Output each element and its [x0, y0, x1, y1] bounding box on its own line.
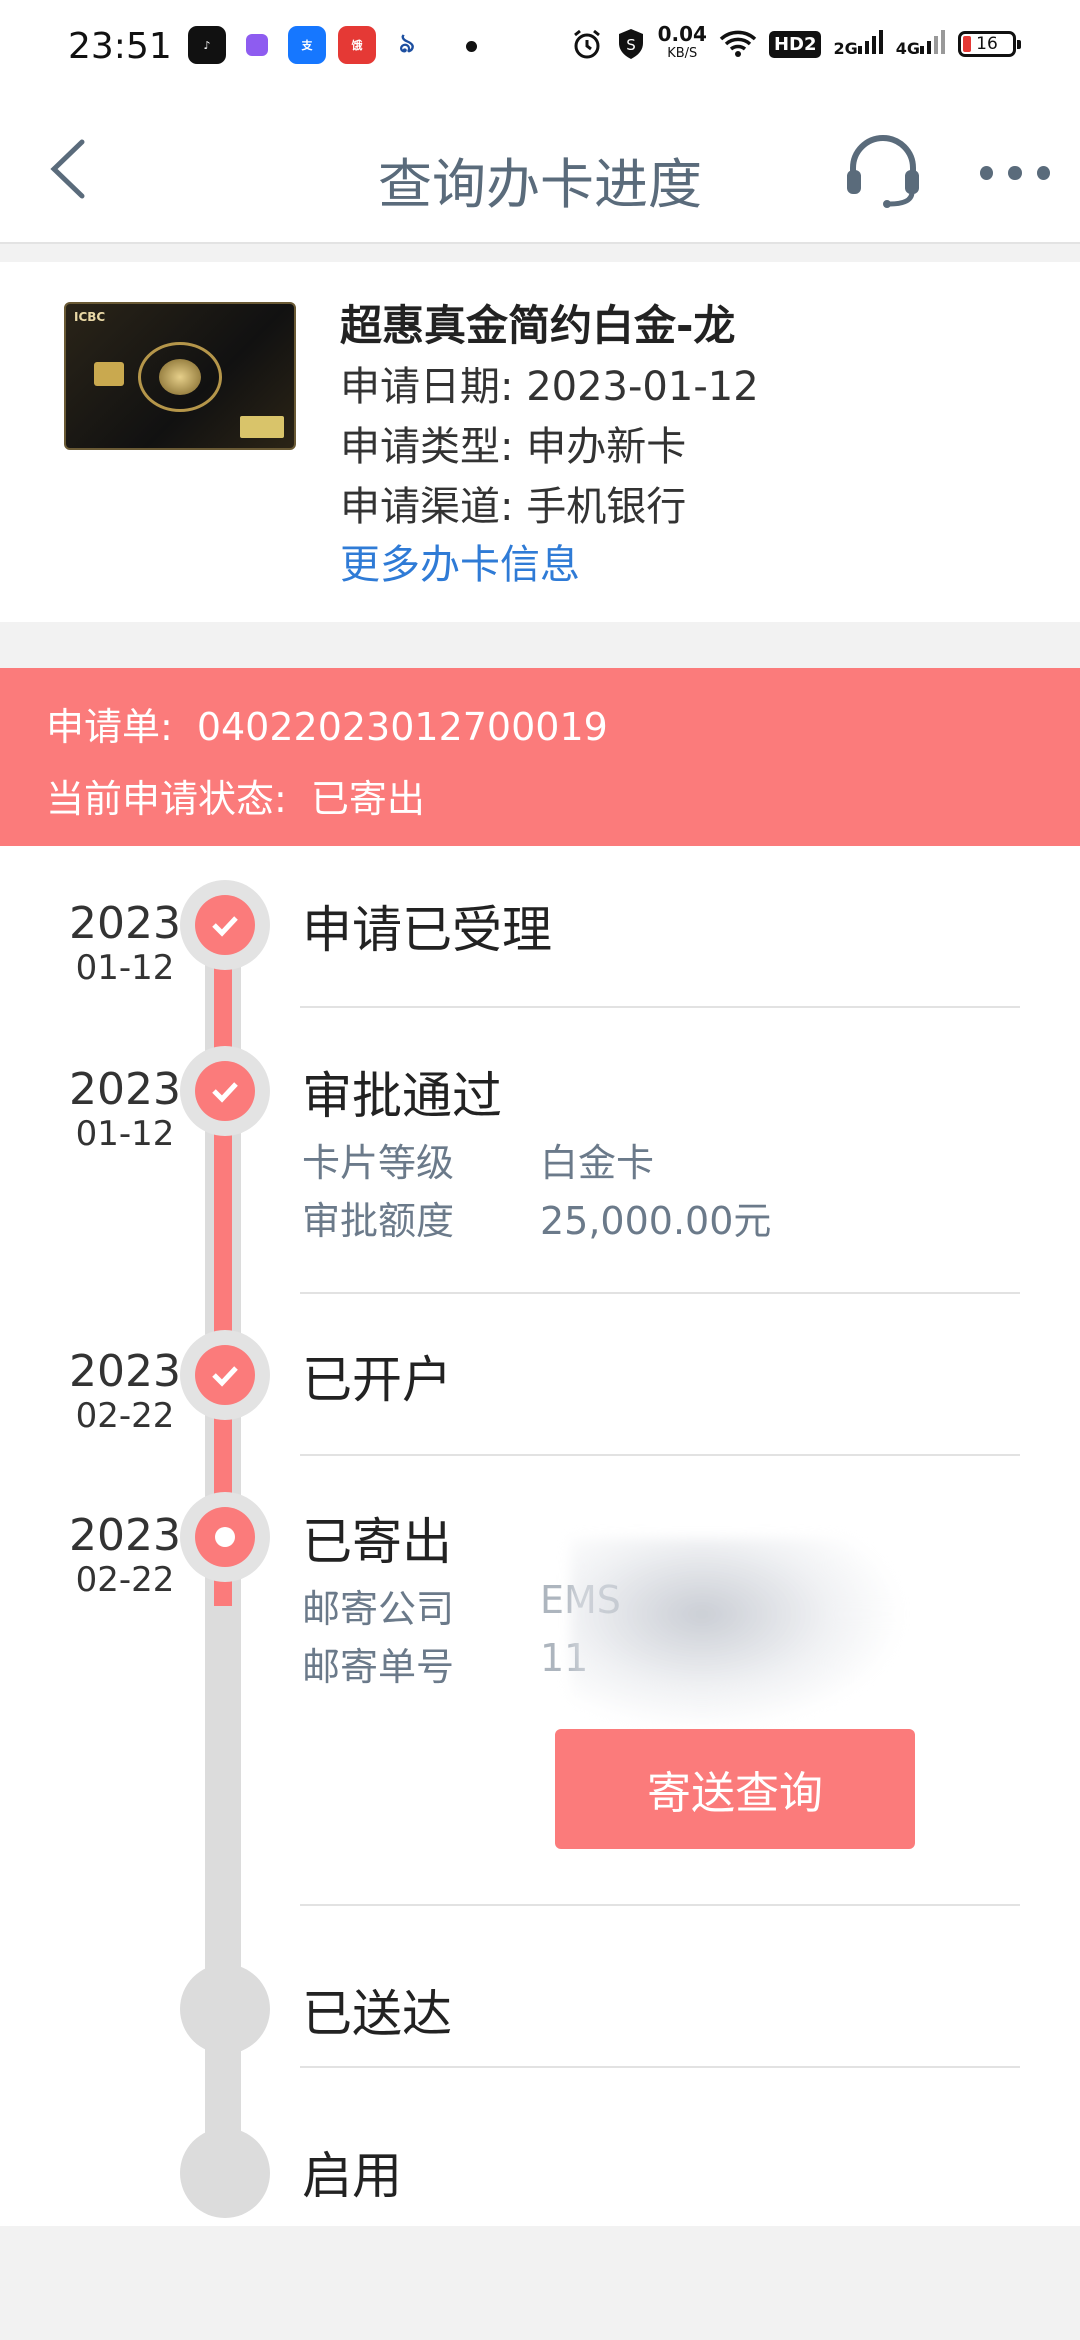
apply-channel: 手机银行	[526, 484, 687, 530]
apply-date-row: 申请日期: 2023-01-12	[340, 364, 759, 410]
card-image: ICBC	[64, 302, 296, 450]
step-node-done	[180, 1330, 270, 1420]
hd-voice-badge: HD2	[768, 30, 822, 58]
redacted-area	[570, 1538, 900, 1728]
step-title: 已送达	[302, 1985, 452, 2043]
order-number-row: 申请单: 04022023012700019	[46, 705, 608, 749]
current-status-row: 当前申请状态: 已寄出	[46, 768, 425, 823]
check-icon	[212, 916, 238, 937]
check-icon	[212, 1366, 238, 1387]
divider	[300, 1292, 1020, 1294]
apply-date: 2023-01-12	[526, 364, 759, 410]
bank-logo: ICBC	[74, 310, 106, 324]
current-dot-icon	[215, 1527, 235, 1547]
signal-2g-icon: 2G	[833, 30, 883, 58]
step-node-done	[180, 1046, 270, 1136]
step-date: 01-12	[75, 1114, 175, 1154]
step-year: 2023	[69, 898, 181, 949]
unionpay-logo	[240, 416, 284, 438]
step-node-current	[180, 1492, 270, 1582]
more-notifications-dot	[466, 41, 477, 52]
more-card-info-link[interactable]: 更多办卡信息	[340, 532, 580, 590]
step-date: 01-12	[75, 948, 175, 988]
step-year: 2023	[69, 1064, 181, 1115]
step-title: 已寄出	[302, 1513, 452, 1571]
status-time: 23:51	[68, 26, 172, 67]
network-speed: 0.04 KB/S	[657, 22, 707, 61]
status-bar: 23:51 ♪ 支 饿 ঌ S 0.04 KB/S HD2 2G 4G 16	[0, 0, 1080, 96]
step-title: 申请已受理	[302, 901, 552, 959]
alarm-icon	[573, 29, 600, 59]
divider	[300, 2066, 1020, 2068]
ele-icon: 饿	[338, 26, 376, 64]
detail-label: 审批额度	[302, 1199, 455, 1243]
step-node-pending	[180, 2128, 270, 2218]
step-date: 02-22	[75, 1396, 175, 1436]
apply-channel-row: 申请渠道: 手机银行	[340, 484, 687, 530]
dragon-emblem	[138, 342, 222, 412]
detail-label: 邮寄单号	[302, 1645, 455, 1689]
step-node-pending	[180, 1964, 270, 2054]
divider	[300, 1454, 1020, 1456]
messenger-icon	[238, 26, 276, 64]
step-year: 2023	[69, 1346, 181, 1397]
shield-icon: S	[618, 29, 643, 59]
progress-timeline: 2023 01-12 申请已受理 2023 01-12 审批通过 卡片等级 白金…	[0, 846, 1080, 2226]
wifi-icon	[719, 30, 757, 57]
divider	[300, 1904, 1020, 1906]
step-title: 已开户	[302, 1351, 452, 1409]
card-chip	[94, 362, 124, 386]
apply-type: 申办新卡	[526, 424, 687, 470]
detail-label: 卡片等级	[302, 1141, 455, 1185]
battery-icon: 16	[958, 31, 1021, 57]
step-node-done	[180, 880, 270, 970]
current-status: 已寄出	[310, 777, 425, 821]
detail-label: 邮寄公司	[302, 1587, 455, 1631]
card-info-panel: ICBC 超惠真金简约白金-龙 申请日期: 2023-01-12 申请类型: 申…	[0, 262, 1080, 622]
tiktok-icon: ♪	[188, 26, 226, 64]
step-date: 02-22	[75, 1560, 175, 1600]
nav-bar: 查询办卡进度	[0, 96, 1080, 244]
step-year: 2023	[69, 1510, 181, 1561]
system-icons: S 0.04 KB/S HD2 2G 4G 16	[570, 22, 1021, 64]
credit-limit-value: 25,000.00元	[540, 1199, 772, 1243]
more-icon[interactable]	[980, 166, 1050, 180]
check-icon	[212, 1082, 238, 1103]
card-name: 超惠真金简约白金-龙	[340, 301, 736, 350]
divider	[300, 1006, 1020, 1008]
apply-type-row: 申请类型: 申办新卡	[340, 424, 687, 470]
alipay-icon: 支	[288, 26, 326, 64]
step-title: 启用	[302, 2147, 402, 2205]
signal-4g-icon: 4G	[896, 30, 946, 58]
step-title: 审批通过	[302, 1067, 502, 1125]
svg-text:S: S	[626, 36, 636, 54]
application-status-banner: 申请单: 04022023012700019 当前申请状态: 已寄出	[0, 668, 1080, 846]
headset-icon[interactable]	[843, 134, 923, 208]
notification-icons: ♪ 支 饿 ঌ	[188, 26, 426, 64]
order-number: 04022023012700019	[196, 705, 608, 749]
app-icon: ঌ	[388, 26, 426, 64]
track-shipment-button[interactable]: 寄送查询	[555, 1729, 915, 1849]
card-level-value: 白金卡	[540, 1141, 655, 1185]
